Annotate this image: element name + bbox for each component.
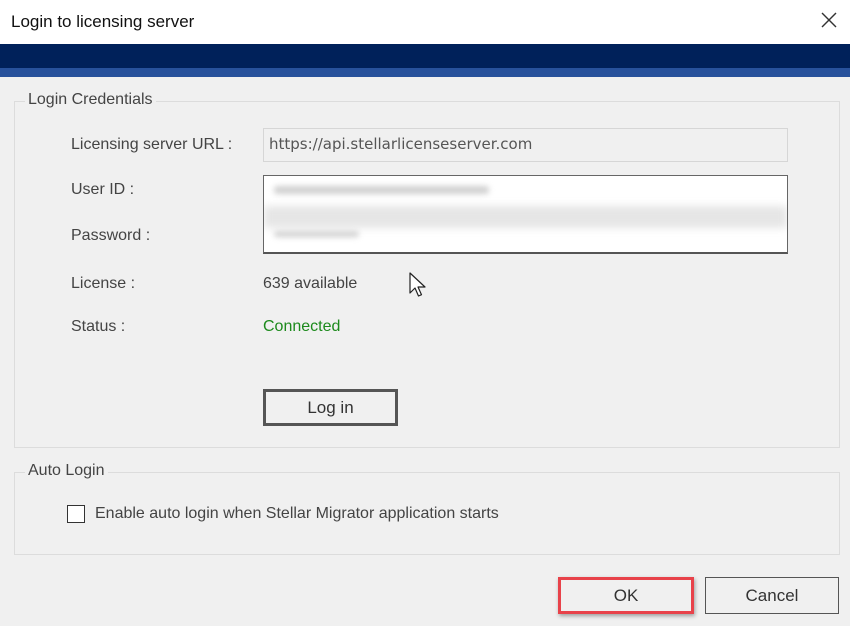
license-value: 639 available — [263, 275, 358, 292]
user-id-label: User ID : — [71, 181, 135, 198]
header-band — [0, 44, 850, 68]
close-icon — [821, 12, 837, 28]
auto-login-legend: Auto Login — [25, 462, 108, 480]
login-credentials-legend: Login Credentials — [25, 91, 156, 109]
mouse-cursor-icon — [409, 272, 426, 297]
credentials-fields — [263, 175, 788, 254]
auto-login-label[interactable]: Enable auto login when Stellar Migrator … — [95, 505, 499, 523]
ok-button[interactable]: OK — [558, 577, 694, 614]
title-bar: Login to licensing server — [0, 0, 850, 44]
login-button[interactable]: Log in — [263, 389, 398, 426]
password-field[interactable] — [264, 216, 787, 252]
url-field[interactable]: https://api.stellarlicenseserver.com — [263, 128, 788, 162]
user-id-field[interactable] — [264, 176, 787, 214]
password-redacted — [274, 231, 359, 237]
close-button[interactable] — [818, 9, 840, 31]
auto-login-checkbox[interactable] — [67, 505, 85, 523]
header-accent-band — [0, 68, 850, 77]
window-title: Login to licensing server — [11, 12, 195, 31]
url-label: Licensing server URL : — [71, 136, 233, 153]
cancel-button[interactable]: Cancel — [705, 577, 839, 614]
status-value: Connected — [263, 318, 341, 335]
password-label: Password : — [71, 227, 151, 244]
user-id-redacted — [274, 186, 489, 194]
status-label: Status : — [71, 318, 126, 335]
license-label: License : — [71, 275, 136, 292]
